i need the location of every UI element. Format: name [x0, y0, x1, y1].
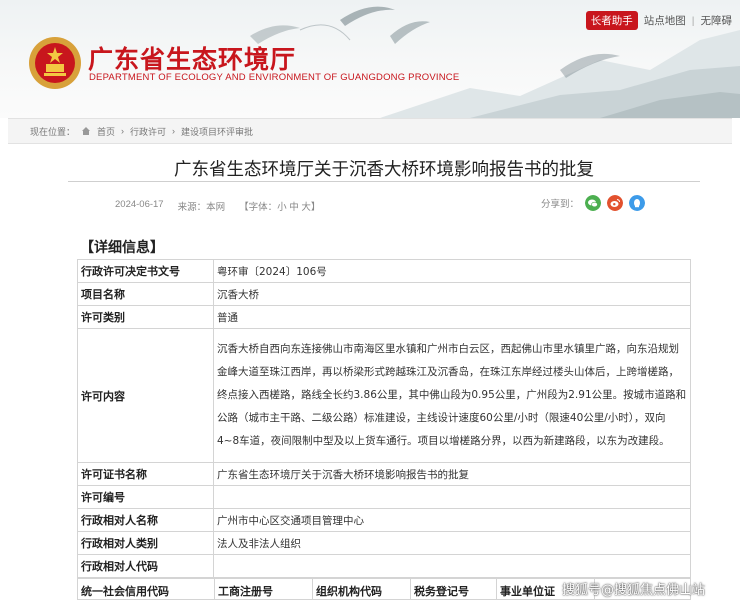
weibo-icon[interactable]	[607, 195, 624, 211]
article-title: 广东省生态环境厅关于沉香大桥环境影响报告书的批复	[174, 160, 594, 180]
row-key: 许可内容	[77, 328, 214, 463]
share-bar: 分享到：	[541, 195, 646, 211]
column-header: 统一社会信用代码	[78, 579, 215, 599]
row-key: 行政许可决定书文号	[77, 259, 214, 283]
row-value: 广东省生态环境厅关于沉香大桥环境影响报告书的批复	[213, 462, 691, 486]
home-icon	[82, 127, 91, 135]
site-map-link[interactable]: 站点地图	[644, 13, 686, 28]
table-row: 许可证书名称 广东省生态环境厅关于沉香大桥环境影响报告书的批复	[77, 462, 691, 486]
table-row: 许可内容 沉香大桥自西向东连接佛山市南海区里水镇和广州市白云区，西起佛山市里水镇…	[77, 328, 691, 463]
breadcrumb-label: 现在位置：	[30, 126, 76, 137]
row-value: 沉香大桥自西向东连接佛山市南海区里水镇和广州市白云区，西起佛山市里水镇里广路，向…	[213, 328, 691, 463]
table-row: 行政相对人代码	[77, 554, 691, 578]
breadcrumb-separator: ›	[121, 126, 125, 136]
national-emblem-icon	[29, 37, 81, 89]
table-row: 行政相对人类别 法人及非法人组织	[77, 531, 691, 555]
share-label: 分享到：	[541, 199, 580, 210]
row-value: 普通	[213, 305, 691, 329]
title-divider	[68, 181, 700, 182]
row-key: 许可编号	[77, 485, 214, 509]
column-header: 税务登记号	[411, 579, 497, 599]
row-value: 广州市中心区交通项目管理中心	[213, 508, 691, 532]
row-key: 行政相对人类别	[77, 531, 214, 555]
row-value	[213, 554, 691, 578]
row-key: 许可证书名称	[77, 462, 214, 486]
breadcrumb-separator: ›	[172, 126, 176, 136]
breadcrumb: 现在位置： 首页 › 行政许可 › 建设项目环评审批	[8, 118, 732, 144]
row-key: 行政相对人代码	[77, 554, 214, 578]
site-header: 广东省生态环境厅 DEPARTMENT OF ECOLOGY AND ENVIR…	[0, 0, 740, 118]
site-title[interactable]: 广东省生态环境厅	[88, 40, 296, 76]
column-header: 组织机构代码	[313, 579, 411, 599]
accessibility-link[interactable]: 无障碍	[701, 13, 733, 28]
breadcrumb-item-eia-approval[interactable]: 建设项目环评审批	[181, 125, 253, 138]
table-row: 行政许可决定书文号 粤环审〔2024〕106号	[77, 259, 691, 283]
article-meta: 2024-06-17 来源：本网 【字体：小 中 大】	[115, 199, 320, 213]
site-subtitle: DEPARTMENT OF ECOLOGY AND ENVIRONMENT OF…	[89, 72, 460, 83]
publish-date: 2024-06-17	[115, 199, 164, 210]
wechat-icon[interactable]	[585, 195, 602, 211]
table-row: 行政相对人名称 广州市中心区交通项目管理中心	[77, 508, 691, 532]
article-source: 来源：本网	[177, 202, 226, 213]
detail-table: 行政许可决定书文号 粤环审〔2024〕106号 项目名称 沉香大桥 许可类别 普…	[77, 259, 691, 578]
breadcrumb-item-admin-license[interactable]: 行政许可	[130, 125, 166, 138]
breadcrumb-item-home[interactable]: 首页	[97, 125, 115, 138]
row-key: 许可类别	[77, 305, 214, 329]
row-key: 行政相对人名称	[77, 508, 214, 532]
table-row: 许可编号	[77, 485, 691, 509]
top-links: 长者助手 站点地图 | 无障碍	[585, 11, 733, 30]
qq-icon[interactable]	[629, 195, 646, 211]
row-value: 沉香大桥	[213, 282, 691, 306]
top-links-separator: |	[691, 14, 695, 27]
column-header: 工商注册号	[215, 579, 313, 599]
font-size-switcher[interactable]: 【字体：小 中 大】	[239, 199, 320, 213]
row-value: 粤环审〔2024〕106号	[213, 259, 691, 283]
table-row: 项目名称 沉香大桥	[77, 282, 691, 306]
detail-section-title: 【详细信息】	[80, 240, 164, 256]
watermark: 搜狐号@搜狐焦点佛山站	[562, 583, 706, 598]
elder-mode-button[interactable]: 长者助手	[585, 11, 638, 30]
row-key: 项目名称	[77, 282, 214, 306]
row-value: 法人及非法人组织	[213, 531, 691, 555]
table-row: 许可类别 普通	[77, 305, 691, 329]
row-value	[213, 485, 691, 509]
